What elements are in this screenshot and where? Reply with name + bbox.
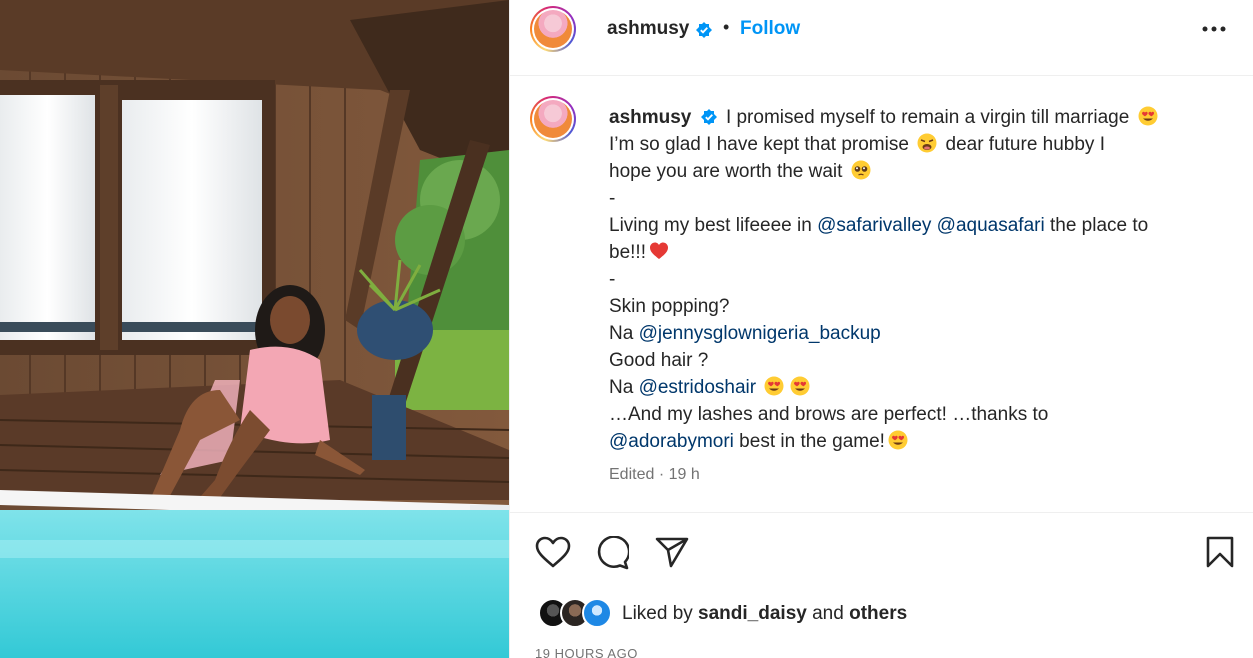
heart-eyes-icon <box>764 376 784 396</box>
weary-face-icon <box>917 133 937 153</box>
post-timestamp[interactable]: 19 HOURS AGO <box>535 646 638 658</box>
post-header: ashmusy • Follow <box>510 0 1253 76</box>
heart-eyes-icon <box>790 376 810 396</box>
red-heart-icon <box>649 242 668 259</box>
likes-prefix: Liked by <box>622 603 699 624</box>
caption-text: I promised myself to remain a virgin til… <box>725 107 1135 128</box>
like-heart-icon[interactable] <box>535 536 571 568</box>
heart-eyes-icon <box>888 430 908 450</box>
post-photo <box>0 0 509 658</box>
likes-others-link[interactable]: others <box>849 603 907 624</box>
caption-text: the place to <box>1044 215 1149 236</box>
likes-middle: and <box>806 603 850 624</box>
mention-link[interactable]: @estridoshair <box>639 377 757 398</box>
author-username[interactable]: ashmusy <box>607 18 689 40</box>
verified-badge-icon <box>696 22 712 38</box>
verified-badge-icon <box>700 109 717 125</box>
mention-link[interactable]: @aquasafari <box>937 215 1045 236</box>
likes-text: Liked by sandi_daisy and others <box>622 603 907 625</box>
caption-text: hope you are worth the wait <box>609 161 848 182</box>
caption-text: be!!! <box>609 242 646 263</box>
post-media[interactable] <box>0 0 509 658</box>
caption-text: - <box>609 188 616 209</box>
caption-text: - <box>609 269 616 290</box>
caption-section: ashmusy I promised myself to remain a vi… <box>510 76 1253 513</box>
liker-avatar[interactable] <box>582 598 612 628</box>
heart-eyes-icon <box>1138 106 1158 126</box>
mention-link[interactable]: @jennysglownigeria_backup <box>639 323 881 344</box>
caption-text: …And my lashes and brows are perfect! …t… <box>609 404 1049 425</box>
liker-username[interactable]: sandi_daisy <box>698 603 807 624</box>
follow-button[interactable]: Follow <box>740 18 800 40</box>
comment-icon[interactable] <box>595 536 629 570</box>
caption-text: I’m so glad I have kept that promise <box>609 134 915 155</box>
caption-text: Skin popping? <box>609 296 730 317</box>
more-options-icon[interactable] <box>1202 26 1226 32</box>
action-bar <box>510 530 1253 576</box>
mention-link[interactable]: @safarivalley <box>817 215 931 236</box>
likes-summary: Liked by sandi_daisy and others <box>538 598 1238 630</box>
pleading-face-icon <box>851 160 871 180</box>
post-meta: Edited · 19 h <box>609 466 700 483</box>
caption-text: Good hair ? <box>609 350 709 371</box>
caption-text: best in the game! <box>733 431 885 452</box>
save-bookmark-icon[interactable] <box>1206 536 1234 568</box>
separator-dot: • <box>723 17 730 37</box>
share-send-icon[interactable] <box>655 536 689 568</box>
caption-text: Na <box>609 323 639 344</box>
caption-text: Na <box>609 377 639 398</box>
caption-author-username[interactable]: ashmusy <box>609 107 691 128</box>
caption-author-avatar[interactable] <box>530 96 576 142</box>
caption-text <box>756 377 761 398</box>
post-details-panel: ashmusy • Follow ashmusy I promised myse… <box>509 0 1253 658</box>
post-caption: ashmusy I promised myself to remain a vi… <box>609 104 1219 455</box>
author-avatar[interactable] <box>530 6 576 52</box>
mention-link[interactable]: @adorabymori <box>609 431 734 452</box>
caption-text: Living my best lifeeee in <box>609 215 818 236</box>
caption-text: dear future hubby I <box>940 134 1105 155</box>
